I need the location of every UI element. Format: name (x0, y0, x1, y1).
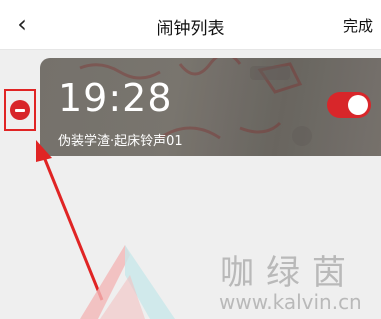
watermark-url: www.kalvin.cn (219, 290, 362, 314)
alarm-time: 19:28 (58, 76, 173, 120)
alarm-ringtone: 伪装学渣·起床铃声01 (58, 134, 183, 149)
done-button[interactable]: 完成 (343, 15, 373, 36)
alarm-card[interactable]: 19:28 伪装学渣·起床铃声01 (40, 58, 381, 156)
top-bar: ‹ 闹钟列表 完成 (0, 0, 381, 50)
watermark-text: 咖绿茵 (220, 253, 358, 293)
annotation-highlight-box (4, 89, 36, 131)
alarm-toggle[interactable] (327, 92, 371, 118)
watermark-logo-icon (80, 245, 175, 319)
page-title: 闹钟列表 (156, 19, 225, 39)
toggle-knob (348, 95, 368, 115)
delete-minus-icon[interactable] (10, 100, 30, 120)
